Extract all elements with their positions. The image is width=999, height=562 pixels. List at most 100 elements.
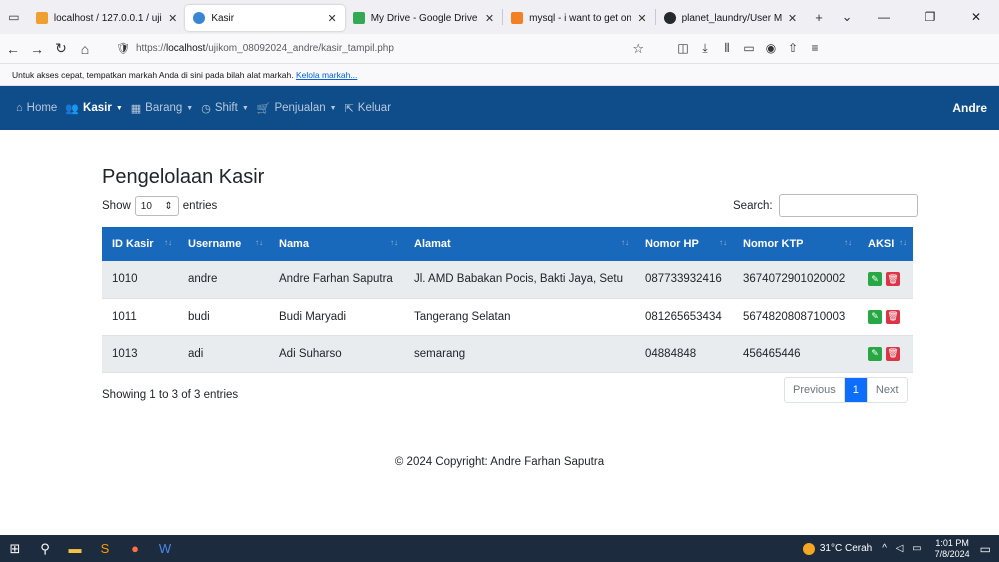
edit-icon[interactable]: ✎ (868, 309, 882, 324)
cell-username: budi (188, 310, 210, 323)
tray-icons[interactable]: ^ ◁ ▭ (882, 543, 924, 554)
window-close-icon[interactable]: ✕ (953, 10, 999, 24)
browser-tab-github[interactable]: planet_laundry/User Manual ✕ (656, 5, 805, 31)
cell-nomor-ktp: 5674820808710003 (743, 310, 846, 323)
cell-id: 1010 (112, 273, 138, 286)
sort-icon: ↑↓ (621, 238, 629, 247)
previous-button[interactable]: Previous (785, 378, 845, 402)
browser-tab-mysql[interactable]: mysql - i want to get only dat ✕ (503, 5, 654, 31)
clock[interactable]: 1:01 PM 7/8/2024 (935, 538, 970, 560)
pocket-icon[interactable]: ◫ (672, 41, 694, 56)
browser-tab-drive[interactable]: My Drive - Google Drive ✕ (345, 5, 502, 31)
nav-penjualan[interactable]: 🛒 Penjualan ▼ (257, 102, 337, 115)
trash-icon[interactable]: 🗑 (886, 346, 900, 361)
caret-down-icon: ▼ (115, 104, 123, 112)
tab-overflow-icon[interactable]: ⌄ (833, 9, 861, 25)
trash-icon[interactable]: 🗑 (886, 309, 900, 324)
table-info: Showing 1 to 3 of 3 entries (102, 389, 239, 401)
cell-aksi: ✎ 🗑 (858, 335, 913, 372)
bookmark-star-icon[interactable]: ☆ (632, 41, 644, 57)
cell-username: adi (188, 347, 204, 360)
home-icon: ⌂ (16, 102, 23, 114)
close-icon[interactable]: ✕ (168, 12, 177, 25)
download-icon[interactable]: ⤓ (694, 41, 716, 56)
entries-select[interactable]: 10 ⇕ (134, 196, 179, 216)
weather-widget[interactable]: 31°C Cerah (802, 542, 872, 555)
page-content: Pengelolaan Kasir Show 10 ⇕ entries Sear… (0, 130, 999, 535)
column-header-aksi[interactable]: AKSI ↑↓ (858, 227, 913, 261)
library-icon[interactable]: ⫴ (716, 41, 738, 56)
nav-barang[interactable]: ▦ Barang ▼ (131, 102, 193, 115)
sort-icon: ↑↓ (844, 238, 852, 247)
column-header-alamat[interactable]: Alamat ↑↓ (404, 227, 635, 261)
close-icon[interactable]: ✕ (788, 12, 797, 25)
nav-keluar[interactable]: ⇱ Keluar (345, 102, 391, 115)
forward-icon[interactable]: → (26, 41, 48, 57)
search-icon[interactable]: ⚲ (30, 541, 60, 557)
nav-home[interactable]: ⌂ Home (16, 102, 57, 114)
windows-start-icon[interactable]: ⊞ (0, 541, 30, 557)
close-icon[interactable]: ✕ (328, 12, 337, 25)
minimize-icon[interactable]: — (861, 10, 907, 24)
column-header-nomor-hp[interactable]: Nomor HP ↑↓ (635, 227, 733, 261)
sun-icon (802, 542, 815, 555)
browser-nav-bar: ← → ↻ ⌂ 🛡 https://localhost/ujikom_08092… (0, 34, 999, 64)
tab-list-icon[interactable]: ▭ (0, 0, 28, 34)
cell-nama: Budi Maryadi (279, 310, 347, 323)
pagination: Previous 1 Next (784, 377, 908, 403)
nav-shift[interactable]: ◷ Shift ▼ (201, 102, 249, 115)
edit-icon[interactable]: ✎ (868, 272, 882, 287)
cell-alamat: semarang (414, 347, 466, 360)
sort-icon: ↑↓ (390, 238, 398, 247)
current-user[interactable]: Andre (952, 101, 987, 115)
cell-nomor-hp: 04884848 (645, 347, 697, 360)
close-icon[interactable]: ✕ (637, 12, 646, 25)
url-bar[interactable]: 🛡 https://localhost/ujikom_08092024_andr… (112, 37, 652, 61)
browser-tab-phpmyadmin[interactable]: localhost / 127.0.0.1 / ujikom ✕ (28, 5, 185, 31)
menu-icon[interactable]: ≡ (804, 41, 826, 56)
cell-nomor-hp: 087733932416 (645, 273, 722, 286)
cell-nomor-ktp: 456465446 (743, 347, 801, 360)
close-icon[interactable]: ✕ (485, 12, 494, 25)
table-row: 1010 andre Andre Farhan Saputra Jl. AMD … (102, 261, 913, 298)
manage-bookmarks-link[interactable]: Kelola markah... (296, 70, 357, 80)
trash-icon[interactable]: 🗑 (886, 272, 900, 287)
page-title: Pengelolaan Kasir (102, 166, 265, 188)
next-button[interactable]: Next (866, 378, 907, 402)
phpmyadmin-icon (35, 12, 48, 24)
select-arrows-icon: ⇕ (164, 200, 173, 212)
home-icon[interactable]: ⌂ (74, 41, 96, 57)
reload-icon[interactable]: ↻ (50, 40, 72, 57)
nav-kasir[interactable]: 👥 Kasir ▼ (65, 102, 122, 115)
logout-icon: ⇱ (344, 102, 354, 115)
new-tab-icon[interactable]: + (805, 10, 833, 25)
search-input[interactable] (778, 194, 918, 217)
cell-nomor-ktp: 3674072901020002 (743, 273, 846, 286)
sort-icon: ↑↓ (164, 238, 172, 247)
restore-icon[interactable]: ❐ (907, 10, 953, 24)
window-controls: — ❐ ✕ (861, 10, 999, 24)
edit-icon[interactable]: ✎ (868, 346, 882, 361)
column-header-id[interactable]: ID Kasir ↑↓ (102, 227, 178, 261)
page-1-button[interactable]: 1 (844, 378, 867, 402)
account-icon[interactable]: ◉ (760, 41, 782, 56)
word-icon[interactable]: W (150, 541, 180, 556)
cell-nomor-hp: 081265653434 (645, 310, 722, 323)
firefox-icon[interactable]: ● (120, 541, 150, 556)
stack-icon: ▦ (130, 102, 142, 115)
column-header-nomor-ktp[interactable]: Nomor KTP ↑↓ (733, 227, 858, 261)
column-header-nama[interactable]: Nama ↑↓ (269, 227, 404, 261)
back-icon[interactable]: ← (2, 41, 24, 57)
sort-icon: ↑↓ (255, 238, 263, 247)
notification-icon[interactable]: ▭ (980, 542, 991, 556)
shield-lock-icon[interactable]: 🛡 (116, 42, 130, 55)
sublime-text-icon[interactable]: S (90, 541, 120, 556)
browser-tab-kasir[interactable]: Kasir ✕ (185, 5, 345, 31)
share-icon[interactable]: ⇧ (782, 41, 804, 56)
kasir-table: ID Kasir ↑↓ Username ↑↓ Nama ↑↓ Alamat ↑↓ No… (102, 227, 913, 373)
file-explorer-icon[interactable]: ▬ (60, 541, 90, 556)
sidebar-icon[interactable]: ▭ (738, 41, 760, 56)
column-header-username[interactable]: Username ↑↓ (178, 227, 269, 261)
cart-icon: 🛒 (256, 102, 271, 115)
table-row: 1011 budi Budi Maryadi Tangerang Selatan… (102, 298, 913, 335)
